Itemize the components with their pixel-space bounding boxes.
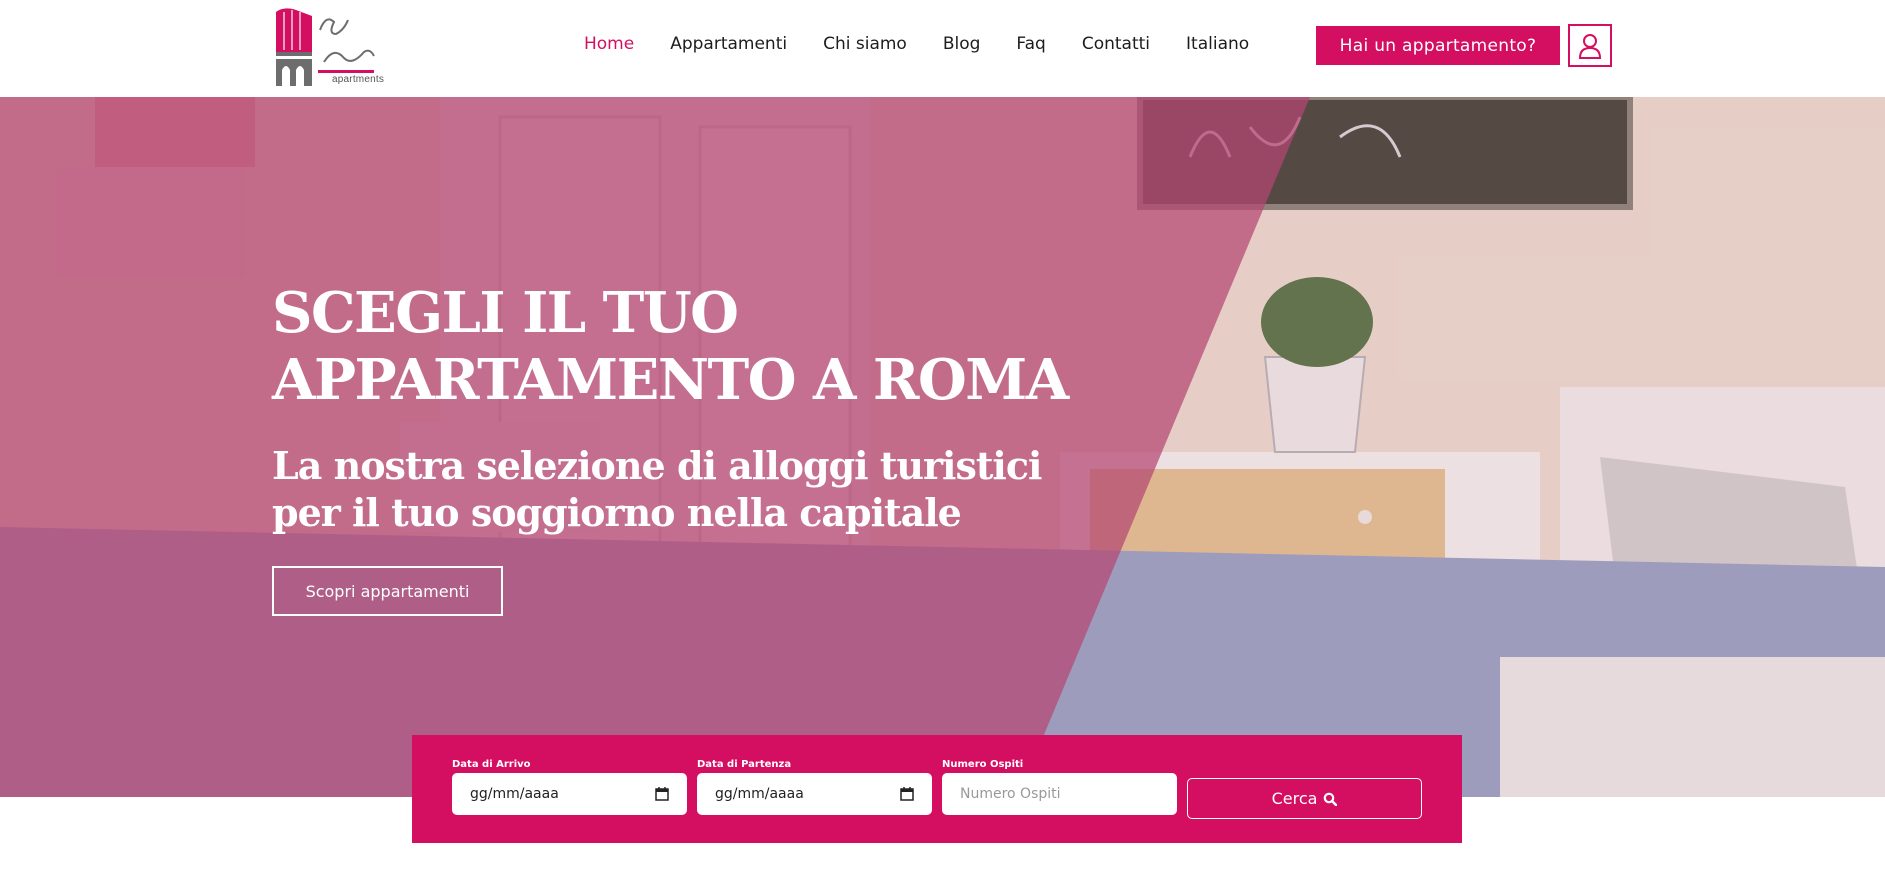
nav-item-chi-siamo[interactable]: Chi siamo: [823, 34, 907, 54]
arrival-date-field-group: Data di Arrivo gg/mm/aaaa: [452, 759, 687, 815]
nav-item-home[interactable]: Home: [584, 34, 634, 54]
calendar-icon[interactable]: [655, 787, 669, 801]
arrival-date-value: gg/mm/aaaa: [470, 786, 559, 802]
logo-tagline: apartments: [332, 74, 385, 85]
nav-item-appartamenti[interactable]: Appartamenti: [670, 34, 787, 54]
account-button[interactable]: [1568, 24, 1612, 67]
departure-date-field-group: Data di Partenza gg/mm/aaaa: [697, 759, 932, 815]
arrival-date-label: Data di Arrivo: [452, 759, 531, 770]
language-selector[interactable]: Italiano: [1186, 34, 1249, 54]
arrival-date-input[interactable]: gg/mm/aaaa: [452, 773, 687, 815]
guests-label: Numero Ospiti: [942, 759, 1024, 770]
guests-input[interactable]: Numero Ospiti: [942, 773, 1177, 815]
booking-search-bar: Data di Arrivo gg/mm/aaaa Data di Parten…: [412, 735, 1462, 843]
hero-subtitle: La nostra selezione di alloggi turistici…: [272, 443, 1042, 535]
guests-placeholder: Numero Ospiti: [960, 786, 1061, 802]
site-logo[interactable]: apartments: [274, 4, 384, 88]
search-submit-button[interactable]: Cerca: [1187, 778, 1422, 819]
user-icon: [1578, 33, 1602, 59]
hero-section: SCEGLI IL TUO APPARTAMENTO A ROMA La nos…: [0, 97, 1885, 797]
guests-field-group: Numero Ospiti Numero Ospiti: [942, 759, 1177, 815]
departure-date-label: Data di Partenza: [697, 759, 792, 770]
search-button-label: Cerca: [1271, 789, 1318, 808]
list-apartment-button[interactable]: Hai un appartamento?: [1316, 26, 1560, 65]
discover-apartments-button[interactable]: Scopri appartamenti: [272, 566, 503, 616]
nav-item-contatti[interactable]: Contatti: [1082, 34, 1150, 54]
site-header: apartments Home Appartamenti Chi siamo B…: [0, 0, 1885, 97]
departure-date-value: gg/mm/aaaa: [715, 786, 804, 802]
hero-title: SCEGLI IL TUO APPARTAMENTO A ROMA: [272, 280, 1069, 413]
search-icon: [1324, 792, 1338, 806]
departure-date-input[interactable]: gg/mm/aaaa: [697, 773, 932, 815]
main-nav: Home Appartamenti Chi siamo Blog Faq Con…: [584, 34, 1285, 54]
nav-item-faq[interactable]: Faq: [1016, 34, 1045, 54]
calendar-icon[interactable]: [900, 787, 914, 801]
nav-item-blog[interactable]: Blog: [943, 34, 981, 54]
